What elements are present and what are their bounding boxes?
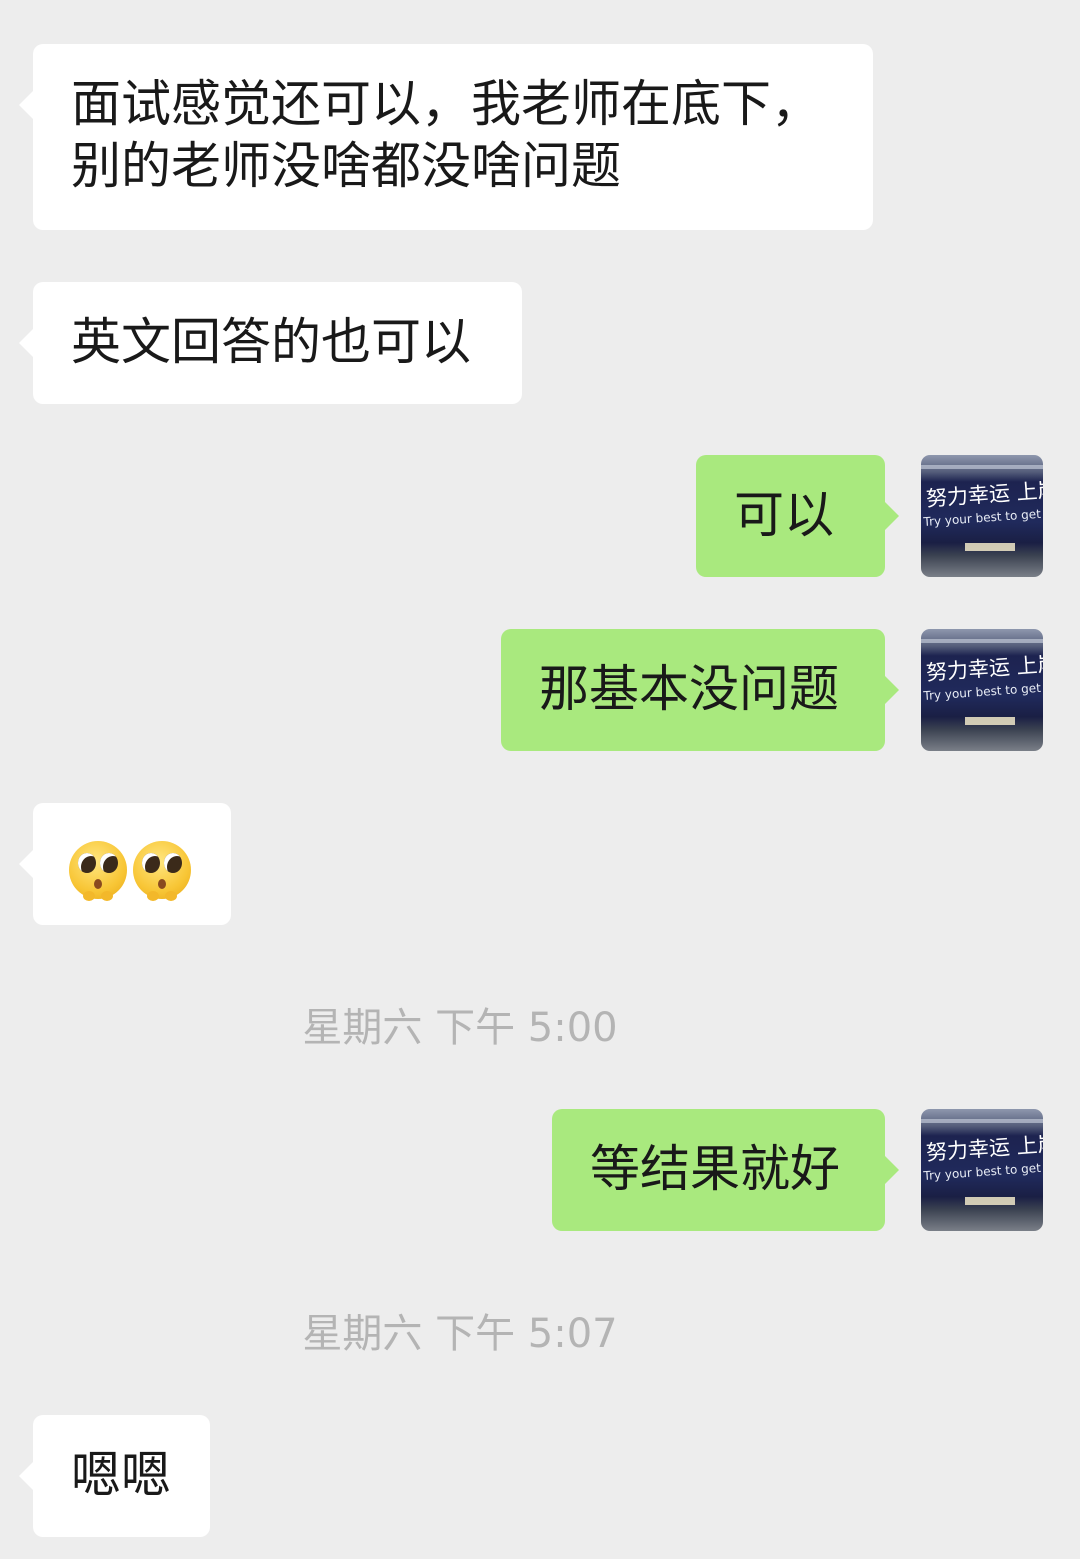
message-bubble-incoming[interactable] (19, 803, 231, 925)
avatar-stripe (921, 639, 1043, 643)
message-text: 可以 (734, 486, 834, 544)
message-bubble-incoming[interactable]: 面试感觉还可以，我老师在底下， 别的老师没啥都没啥问题 (19, 44, 873, 230)
message-text: 那基本没问题 (539, 660, 839, 718)
message-bubble-outgoing[interactable]: 可以 (696, 455, 899, 577)
self-avatar[interactable]: 努力幸运 上岸 Try your best to get ashore (921, 629, 1043, 751)
avatar-light (965, 717, 1015, 725)
message-bubble-incoming[interactable]: 英文回答的也可以 (19, 282, 522, 404)
avatar-stripe (921, 465, 1043, 469)
self-avatar[interactable]: 努力幸运 上岸 Try your best to get ashore (921, 455, 1043, 577)
pleading-face-emoji-icon (69, 840, 127, 901)
message-bubble-outgoing[interactable]: 那基本没问题 (501, 629, 899, 751)
message-text: 面试感觉还可以，我老师在底下， 别的老师没啥都没啥问题 (71, 75, 821, 195)
message-bubble-outgoing[interactable]: 等结果就好 (552, 1109, 899, 1231)
avatar-light (965, 543, 1015, 551)
message-text: 嗯嗯 (71, 1446, 171, 1504)
avatar-light (965, 1197, 1015, 1205)
timestamp: 星期六 下午 5:07 (302, 1311, 618, 1357)
pleading-face-emoji-icon (133, 840, 191, 901)
timestamp: 星期六 下午 5:00 (302, 1005, 618, 1051)
self-avatar[interactable]: 努力幸运 上岸 Try your best to get ashore (921, 1109, 1043, 1231)
message-text: 等结果就好 (590, 1140, 840, 1198)
message-bubble-incoming[interactable]: 嗯嗯 (19, 1415, 210, 1537)
avatar-stripe (921, 1119, 1043, 1123)
message-text: 英文回答的也可以 (71, 313, 471, 371)
